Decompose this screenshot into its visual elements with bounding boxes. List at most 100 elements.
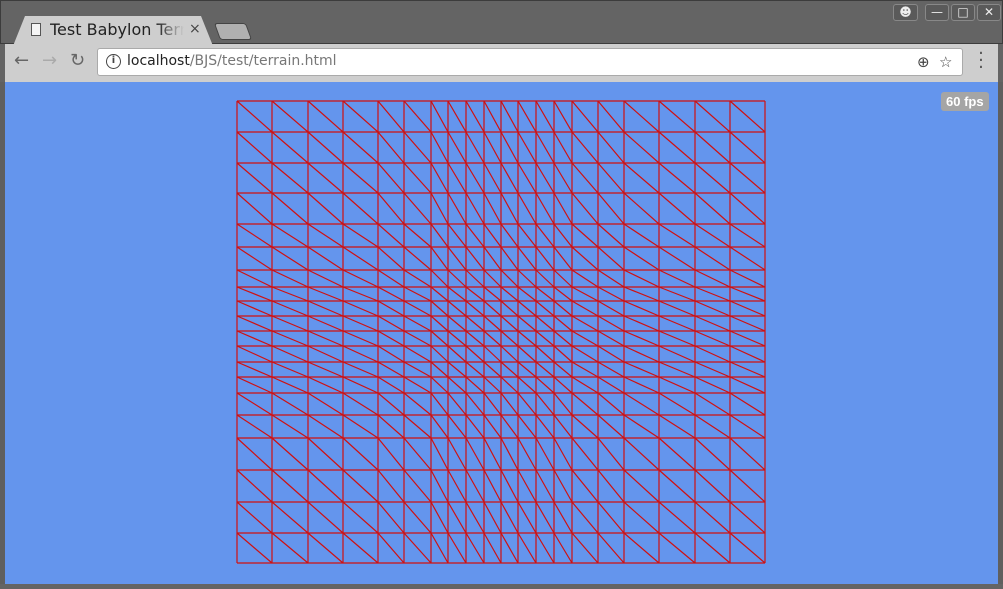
mesh-line-diagonal [342, 300, 379, 317]
render-canvas[interactable]: 60 fps [5, 82, 998, 584]
tab-title[interactable]: Test Babylon Terrain [50, 20, 184, 39]
mesh-line-diagonal [236, 223, 273, 248]
mesh-line-diagonal [571, 192, 599, 225]
mesh-line-diagonal [403, 246, 432, 271]
mesh-line-diagonal [500, 100, 519, 133]
reload-icon[interactable]: ↻ [70, 50, 85, 71]
mesh-line-diagonal [403, 532, 432, 564]
mesh-line-diagonal [597, 162, 625, 194]
mesh-line-diagonal [483, 501, 502, 534]
mesh-line-diagonal [729, 315, 766, 332]
forward-icon[interactable]: → [42, 50, 57, 71]
mesh-line-diagonal [500, 501, 519, 534]
minimize-icon[interactable]: — [925, 4, 949, 21]
mesh-line-diagonal [658, 414, 696, 439]
maximize-icon[interactable]: □ [951, 4, 975, 21]
mesh-line-diagonal [694, 246, 731, 271]
new-tab-button[interactable] [213, 23, 253, 40]
mesh-line-diagonal [597, 437, 625, 471]
mesh-line-diagonal [483, 345, 502, 363]
mesh-line-diagonal [342, 361, 379, 378]
mesh-line-diagonal [517, 286, 537, 302]
info-icon[interactable]: i [106, 54, 121, 69]
mesh-line-diagonal [517, 315, 537, 332]
mesh-line-diagonal [236, 501, 273, 534]
mesh-line-diagonal [500, 246, 519, 271]
mesh-line-diagonal [553, 300, 573, 317]
mesh-line-diagonal [571, 246, 599, 271]
mesh-line-diagonal [465, 269, 485, 288]
close-icon[interactable]: ✕ [977, 4, 1001, 21]
mesh-line-diagonal [500, 300, 519, 317]
bookmark-star-icon[interactable]: ☆ [939, 53, 952, 71]
mesh-line-diagonal [553, 315, 573, 332]
mesh-line-diagonal [500, 392, 519, 416]
mesh-line-diagonal [430, 376, 449, 394]
mesh-line-diagonal [377, 269, 405, 288]
mesh-line-diagonal [553, 437, 573, 471]
mesh-line-diagonal [377, 376, 405, 394]
mesh-line-diagonal [342, 315, 379, 332]
mesh-line-diagonal [535, 300, 555, 317]
mesh-line-diagonal [623, 392, 660, 416]
mesh-line-diagonal [403, 315, 432, 332]
address-bar[interactable]: i localhost/BJS/test/terrain.html ⊕ ☆ [97, 48, 963, 76]
mesh-line-diagonal [447, 501, 467, 534]
mesh-line-diagonal [377, 223, 405, 248]
mesh-line-diagonal [342, 223, 379, 248]
mesh-line-diagonal [535, 345, 555, 363]
mesh-line-diagonal [403, 414, 432, 439]
mesh-line-diagonal [535, 246, 555, 271]
mesh-line-diagonal [571, 286, 599, 302]
mesh-line-diagonal [307, 501, 344, 534]
mesh-line-diagonal [377, 361, 405, 378]
mesh-line-diagonal [236, 315, 273, 332]
mesh-line-diagonal [623, 361, 660, 378]
mesh-line-diagonal [553, 192, 573, 225]
mesh-line-diagonal [517, 131, 537, 164]
mesh-line-diagonal [500, 437, 519, 471]
mesh-line-diagonal [377, 501, 405, 534]
url-host: localhost [127, 53, 190, 69]
mesh-line-diagonal [517, 392, 537, 416]
mesh-line-diagonal [571, 392, 599, 416]
mesh-line-diagonal [517, 361, 537, 378]
tab-close-button[interactable]: × [189, 21, 201, 37]
mesh-line-diagonal [403, 345, 432, 363]
mesh-line-diagonal [597, 286, 625, 302]
mesh-line-diagonal [694, 501, 731, 534]
user-icon[interactable]: ☻ [893, 4, 918, 21]
mesh-line-diagonal [307, 131, 344, 164]
zoom-icon[interactable]: ⊕ [917, 53, 930, 71]
mesh-line-diagonal [658, 246, 696, 271]
mesh-line-diagonal [465, 131, 485, 164]
mesh-line-diagonal [271, 223, 309, 248]
url-text[interactable]: localhost/BJS/test/terrain.html [127, 53, 337, 69]
mesh-line-diagonal [465, 392, 485, 416]
mesh-line-diagonal [623, 300, 660, 317]
mesh-line-diagonal [377, 345, 405, 363]
mesh-line-diagonal [430, 300, 449, 317]
mesh-line-diagonal [377, 330, 405, 347]
mesh-line-diagonal [377, 414, 405, 439]
mesh-line-diagonal [571, 501, 599, 534]
fps-counter: 60 fps [941, 92, 989, 111]
mesh-line-diagonal [729, 162, 766, 194]
mesh-line-diagonal [694, 223, 731, 248]
mesh-line-diagonal [430, 223, 449, 248]
mesh-line-diagonal [403, 100, 432, 133]
back-icon[interactable]: ← [14, 50, 29, 71]
mesh-line-diagonal [500, 361, 519, 378]
mesh-line-diagonal [500, 330, 519, 347]
mesh-line-diagonal [342, 286, 379, 302]
mesh-line-diagonal [597, 414, 625, 439]
menu-icon[interactable]: · · · [976, 45, 986, 77]
mesh-line-diagonal [307, 315, 344, 332]
mesh-line-diagonal [623, 131, 660, 164]
mesh-line-diagonal [465, 501, 485, 534]
mesh-line-diagonal [658, 286, 696, 302]
mesh-line-diagonal [553, 532, 573, 564]
mesh-line-diagonal [271, 162, 309, 194]
mesh-line-diagonal [535, 437, 555, 471]
mesh-line-diagonal [430, 392, 449, 416]
